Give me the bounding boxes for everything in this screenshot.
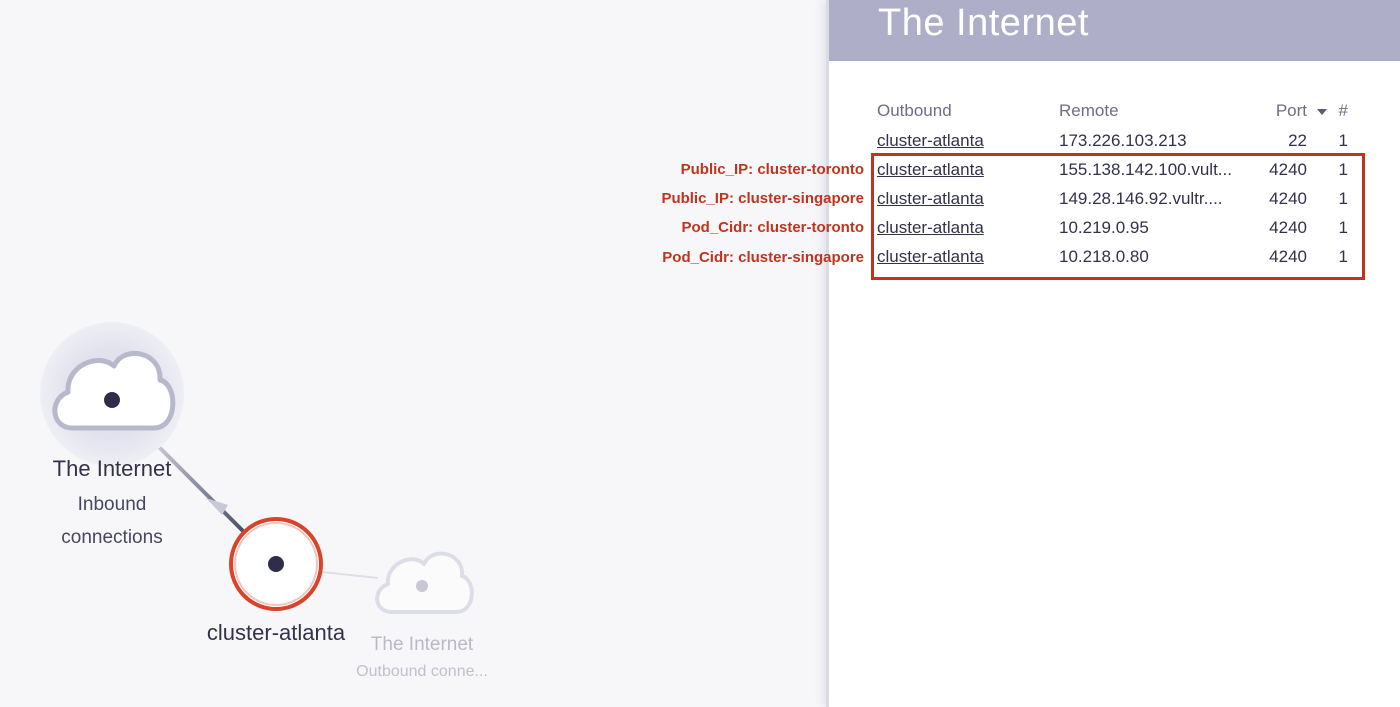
column-header-outbound[interactable]: Outbound: [877, 96, 1059, 126]
remote-cell: 10.219.0.95: [1059, 217, 1149, 237]
node-cluster-atlanta[interactable]: [229, 517, 323, 611]
count-cell: 1: [1338, 188, 1348, 208]
connections-table: Outbound Remote Port # cluster-atlanta 1…: [877, 96, 1348, 271]
annotation-label: Pod_Cidr: cluster-toronto: [681, 219, 865, 236]
node-label-internet-outbound[interactable]: The Internet Outbound conne...: [356, 634, 488, 682]
count-cell: 1: [1338, 246, 1348, 266]
table-row: cluster-atlanta 10.218.0.80 4240 1: [877, 242, 1348, 271]
outbound-node-link[interactable]: cluster-atlanta: [877, 189, 984, 208]
remote-cell: 173.226.103.213: [1059, 130, 1187, 150]
table-row: cluster-atlanta 173.226.103.213 22 1: [877, 126, 1348, 155]
panel-header: The Internet: [829, 0, 1400, 61]
node-dot: [104, 392, 120, 408]
panel-title: The Internet: [878, 2, 1089, 44]
node-internet-outbound[interactable]: [375, 551, 474, 614]
topology-graph[interactable]: The Internet Inbound connections cluster…: [0, 0, 826, 707]
table-row: cluster-atlanta 10.219.0.95 4240 1: [877, 213, 1348, 242]
port-cell: 22: [1288, 130, 1307, 150]
port-cell: 4240: [1269, 246, 1307, 266]
node-subtitle-line: Inbound: [77, 494, 147, 515]
edge-atlanta-to-outbound[interactable]: [321, 571, 379, 579]
node-title: The Internet: [370, 634, 474, 655]
outbound-node-link[interactable]: cluster-atlanta: [877, 160, 984, 179]
graph-edges: [40, 322, 474, 614]
node-subtitle-line: connections: [61, 527, 163, 548]
node-title: cluster-atlanta: [206, 620, 346, 645]
port-cell: 4240: [1269, 217, 1307, 237]
count-cell: 1: [1338, 130, 1348, 150]
outbound-node-link[interactable]: cluster-atlanta: [877, 218, 984, 237]
annotation-label: Public_IP: cluster-singapore: [661, 190, 864, 207]
node-title: The Internet: [52, 456, 172, 481]
remote-cell: 155.138.142.100.vult...: [1059, 159, 1232, 179]
outbound-node-link[interactable]: cluster-atlanta: [877, 247, 984, 266]
table-row: cluster-atlanta 149.28.146.92.vultr.... …: [877, 184, 1348, 213]
remote-cell: 149.28.146.92.vultr....: [1059, 188, 1223, 208]
port-cell: 4240: [1269, 159, 1307, 179]
node-label-cluster-atlanta[interactable]: cluster-atlanta: [207, 620, 345, 646]
node-internet-inbound[interactable]: [40, 322, 184, 466]
node-dot: [416, 580, 428, 592]
node-subtitle: Outbound conne...: [356, 663, 488, 680]
node-label-internet-inbound[interactable]: The Internet Inbound connections: [53, 456, 172, 554]
node-dot: [268, 556, 284, 572]
count-cell: 1: [1338, 217, 1348, 237]
table-row: cluster-atlanta 155.138.142.100.vult... …: [877, 155, 1348, 184]
count-cell: 1: [1338, 159, 1348, 179]
table-header-row: Outbound Remote Port #: [877, 96, 1348, 126]
sort-desc-icon[interactable]: [1307, 96, 1327, 126]
annotation-label: Pod_Cidr: cluster-singapore: [662, 249, 864, 266]
remote-cell: 10.218.0.80: [1059, 246, 1149, 266]
port-cell: 4240: [1269, 188, 1307, 208]
column-header-remote[interactable]: Remote: [1059, 96, 1235, 126]
column-header-port[interactable]: Port: [1235, 96, 1307, 126]
outbound-node-link[interactable]: cluster-atlanta: [877, 131, 984, 150]
details-panel: The Internet Outbound Remote Port # clus…: [826, 0, 1400, 707]
annotation-label: Public_IP: cluster-toronto: [680, 161, 864, 178]
